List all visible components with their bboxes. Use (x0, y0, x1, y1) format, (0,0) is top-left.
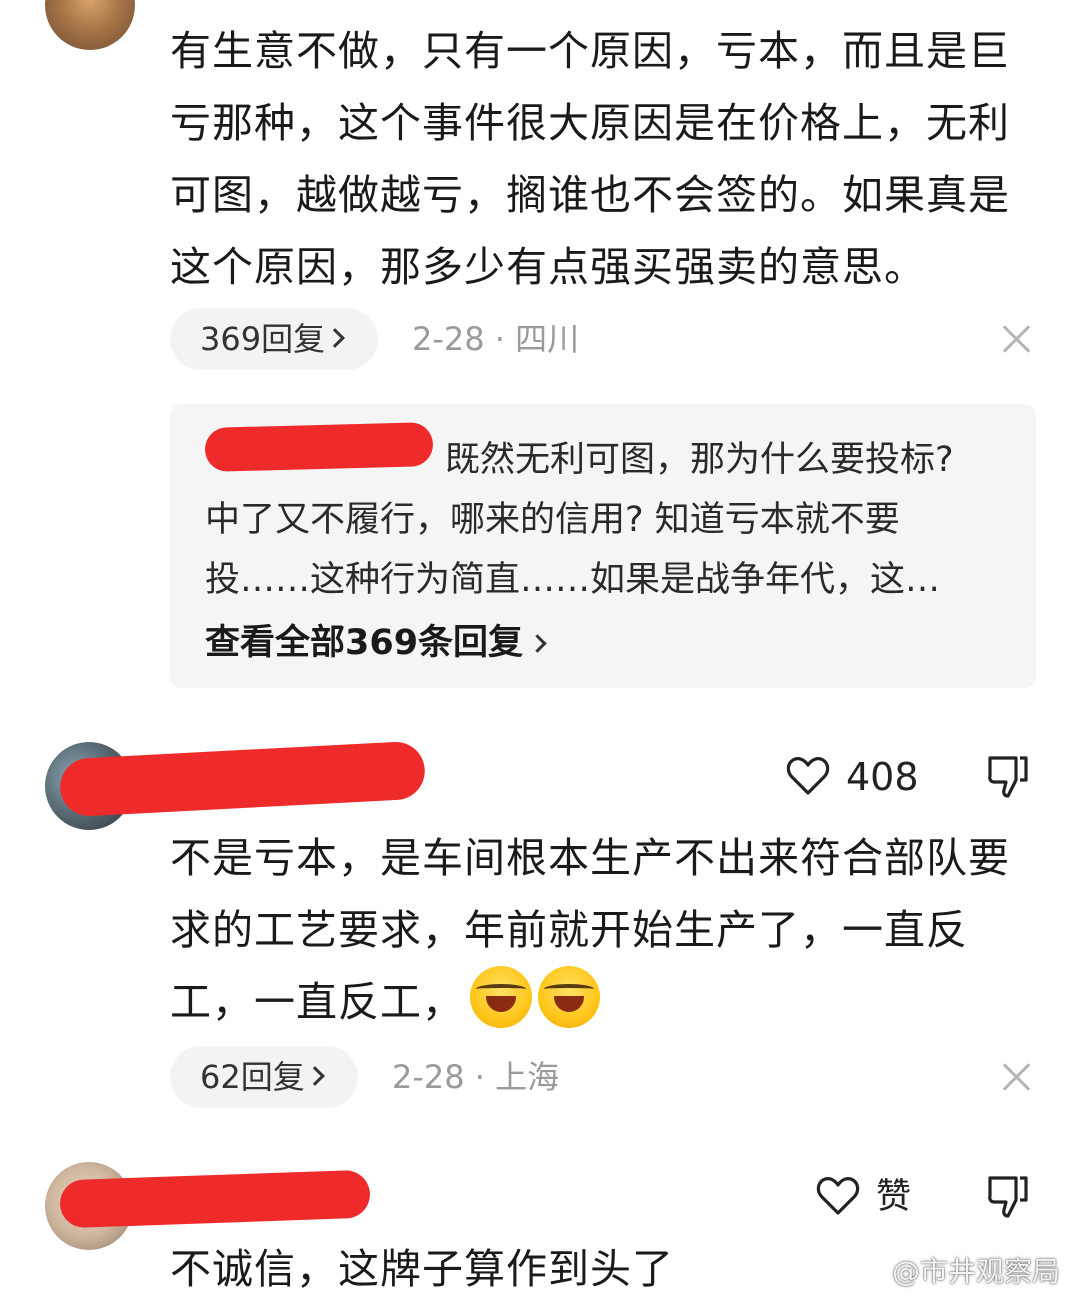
comment-text: 有生意不做，只有一个原因，亏本，而且是巨亏那种，这个事件很大原因是在价格上，无利… (170, 27, 1010, 291)
tears-of-joy-emoji (470, 966, 532, 1028)
redacted-username (59, 1169, 371, 1229)
reply-preview-line: 既然无利可图，那为什么要投标? (445, 440, 954, 480)
replies-button[interactable]: 369回复 (170, 308, 378, 370)
comment-meta: 2-28 · 上海 (392, 1058, 560, 1096)
replies-label: 62回复 (200, 1058, 305, 1096)
watermark: @市井观察局 (891, 1255, 1060, 1288)
tears-of-joy-emoji (538, 966, 600, 1028)
redacted-username (204, 422, 434, 472)
replies-label: 369回复 (200, 320, 326, 358)
thumbs-down-icon[interactable] (986, 754, 1030, 800)
heart-icon[interactable] (786, 756, 830, 796)
comment-text: 不是亏本，是车间根本生产不出来符合部队要求的工艺要求，年前就开始生产了，一直反工… (170, 822, 1040, 1038)
view-all-replies-link[interactable]: 查看全部369条回复 (205, 613, 547, 673)
reply-preview-line: 中了又不履行，哪来的信用? 知道亏本就不要 (205, 500, 900, 540)
comment-meta: 2-28 · 四川 (412, 320, 580, 358)
thumbs-down-icon[interactable] (986, 1174, 1030, 1220)
close-icon[interactable] (1001, 324, 1031, 354)
heart-icon[interactable] (816, 1176, 860, 1216)
reply-preview-line: 投……这种行为简直……如果是战争年代，这… (205, 560, 941, 600)
chevron-right-icon (325, 328, 345, 348)
close-icon[interactable] (1001, 1062, 1031, 1092)
replies-button[interactable]: 62回复 (170, 1046, 358, 1108)
avatar[interactable] (45, 0, 135, 50)
like-count: 408 (846, 755, 919, 799)
chevron-right-icon (305, 1066, 325, 1086)
chevron-right-icon (528, 634, 547, 653)
view-all-label: 查看全部369条回复 (205, 623, 524, 663)
like-label: 赞 (876, 1177, 912, 1217)
